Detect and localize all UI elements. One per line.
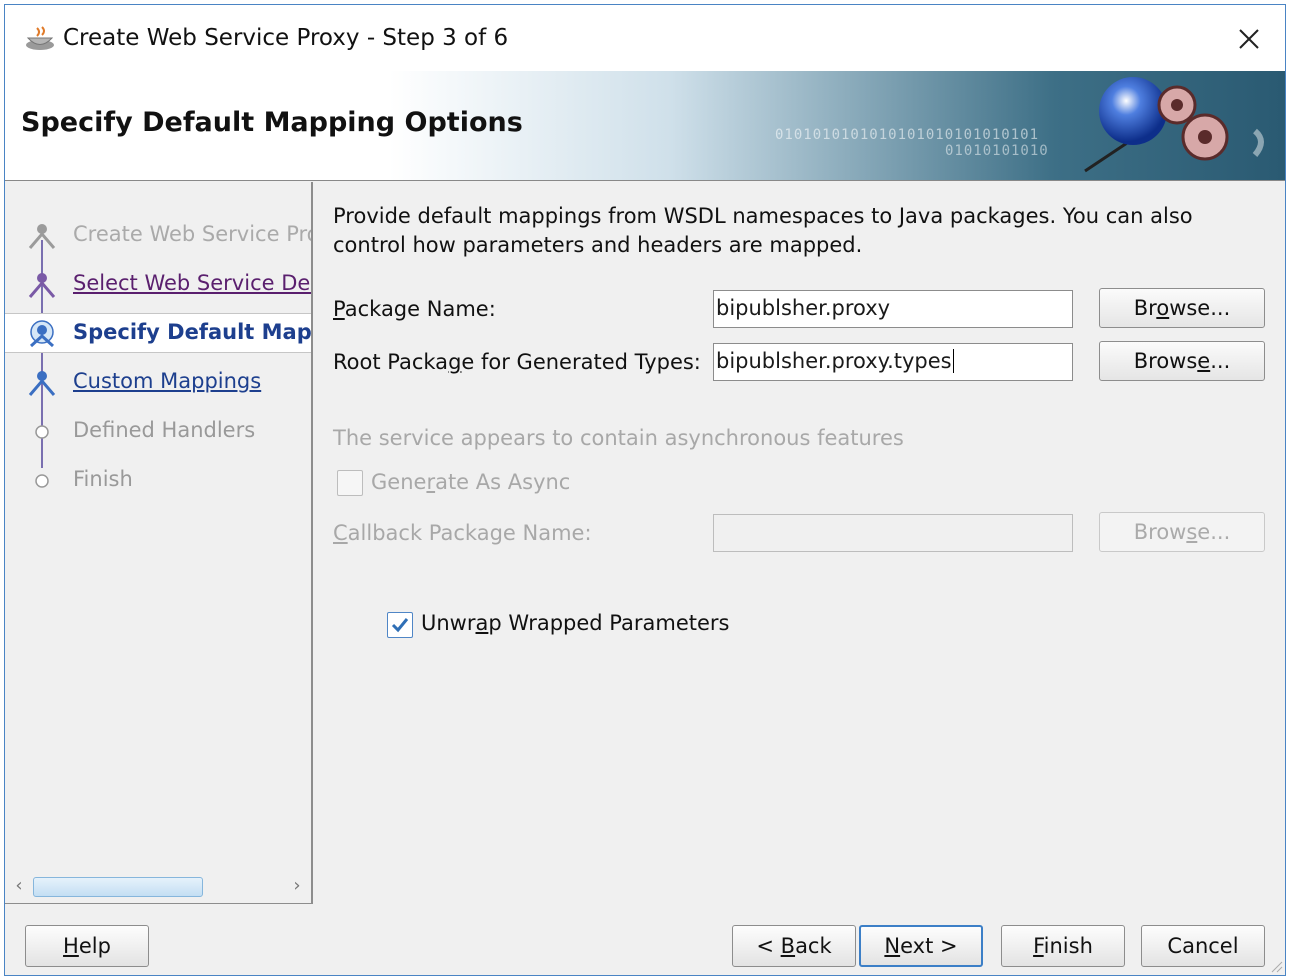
root-package-input[interactable]: bipublsher.proxy.types <box>713 343 1073 381</box>
banner-binary-text: 0101010101010101010101010101 <box>775 127 1040 143</box>
step-item-custom-mappings[interactable]: Custom Mappings <box>5 363 311 403</box>
description-text: Provide default mappings from WSDL names… <box>333 204 1193 257</box>
step-label: Finish <box>73 467 133 491</box>
finish-button[interactable]: Finish <box>1001 925 1125 967</box>
main-content: Provide default mappings from WSDL names… <box>317 182 1285 904</box>
generate-async-label: Generate As Async <box>371 470 571 494</box>
step-item-specify-default-mapping-options: Specify Default Mapping Options <box>5 313 312 353</box>
checkmark-icon <box>391 618 409 633</box>
step-item-select-web-service-description[interactable]: Select Web Service Description <box>5 265 311 305</box>
callback-browse-button[interactable]: Browse... <box>1099 512 1265 552</box>
step-label: Specify Default Mapping Options <box>73 320 312 344</box>
step-item-finish: Finish <box>5 461 311 501</box>
step-node-icon <box>35 474 49 488</box>
banner-binary-text-2: 01010101010 <box>945 143 1049 159</box>
step-label: Create Web Service Proxy <box>73 222 311 246</box>
help-button[interactable]: Help <box>25 925 149 967</box>
step-label: Select Web Service Description <box>73 271 311 295</box>
step-person-icon <box>28 224 56 249</box>
steps-panel: Create Web Service Proxy Select Web Servi… <box>5 182 313 904</box>
page-title: Specify Default Mapping Options <box>21 107 523 138</box>
unwrap-parameters-label: Unwrap Wrapped Parameters <box>421 611 730 635</box>
step-person-icon <box>28 371 56 396</box>
cancel-button[interactable]: Cancel <box>1141 925 1265 967</box>
resize-grip-icon[interactable] <box>1269 959 1283 973</box>
close-icon[interactable] <box>1233 23 1265 55</box>
step-node-icon <box>35 425 49 439</box>
step-person-icon <box>29 320 55 348</box>
root-package-label: Root Package for Generated Types: <box>333 350 701 374</box>
step-item-defined-handlers: Defined Handlers <box>5 412 311 452</box>
package-browse-button[interactable]: Browse... <box>1099 288 1265 328</box>
back-button[interactable]: < Back <box>732 925 856 967</box>
java-cup-icon <box>26 26 54 50</box>
steps-horizontal-scrollbar[interactable]: ‹ › <box>9 874 307 900</box>
step-label: Defined Handlers <box>73 418 256 442</box>
root-package-browse-button[interactable]: Browse... <box>1099 341 1265 381</box>
step-person-icon <box>28 273 56 298</box>
window-title: Create Web Service Proxy - Step 3 of 6 <box>63 25 509 51</box>
globe-gears-icon <box>1084 77 1264 173</box>
package-name-input[interactable]: bipublsher.proxy <box>713 290 1073 328</box>
header-banner: Specify Default Mapping Options 01010101… <box>5 71 1285 181</box>
title-bar: Create Web Service Proxy - Step 3 of 6 <box>5 5 1285 71</box>
next-button[interactable]: Next > <box>859 925 983 967</box>
package-name-label: Package Name: <box>333 297 496 321</box>
scroll-left-arrow-icon[interactable]: ‹ <box>9 875 29 896</box>
callback-package-input[interactable] <box>713 514 1073 552</box>
async-notice: The service appears to contain asynchron… <box>333 426 904 450</box>
step-label: Custom Mappings <box>73 369 262 393</box>
button-bar: Help < Back Next > Finish Cancel <box>5 905 1285 975</box>
generate-async-checkbox[interactable] <box>337 470 363 496</box>
scrollbar-thumb[interactable] <box>33 877 203 897</box>
step-item-create-web-service-proxy: Create Web Service Proxy <box>5 216 311 256</box>
callback-package-label: Callback Package Name: <box>333 521 592 545</box>
unwrap-parameters-checkbox[interactable] <box>387 612 413 638</box>
dialog-window: Create Web Service Proxy - Step 3 of 6 S… <box>4 4 1286 976</box>
scroll-right-arrow-icon[interactable]: › <box>287 875 307 896</box>
